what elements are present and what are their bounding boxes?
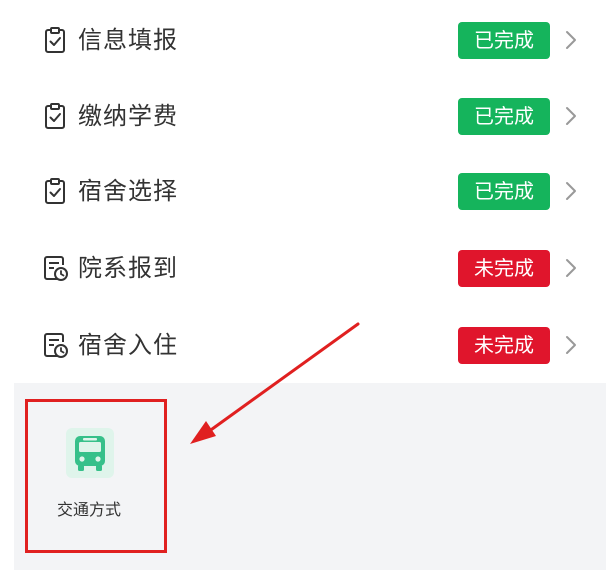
clipboard-check-icon <box>45 103 65 129</box>
task-row-dept-checkin[interactable]: 院系报到 未完成 <box>14 230 606 306</box>
task-label: 院系报到 <box>78 254 178 282</box>
document-clock-icon <box>44 333 68 358</box>
status-badge: 已完成 <box>458 173 550 210</box>
chevron-right-icon <box>566 336 576 354</box>
task-list: 信息填报 已完成 缴纳学费 已完成 宿舍选择 已完成 院系报到 未完成 宿舍入住… <box>14 0 606 383</box>
annotation-highlight-box <box>25 399 167 553</box>
chevron-right-icon <box>566 107 576 125</box>
task-row-pay-tuition[interactable]: 缴纳学费 已完成 <box>14 78 606 154</box>
task-row-info-fill[interactable]: 信息填报 已完成 <box>14 2 606 78</box>
clipboard-check-icon <box>45 178 65 204</box>
chevron-right-icon <box>566 259 576 277</box>
chevron-right-icon <box>566 182 576 200</box>
status-badge: 已完成 <box>458 98 550 135</box>
task-label: 缴纳学费 <box>78 102 178 130</box>
clipboard-check-icon <box>45 27 65 53</box>
status-badge: 未完成 <box>458 327 550 364</box>
document-clock-icon <box>44 256 68 281</box>
task-label: 信息填报 <box>78 26 178 54</box>
task-row-dorm-select[interactable]: 宿舍选择 已完成 <box>14 153 606 229</box>
task-row-dorm-movein[interactable]: 宿舍入住 未完成 <box>14 307 606 383</box>
chevron-right-icon <box>566 31 576 49</box>
status-badge: 已完成 <box>458 22 550 59</box>
status-badge: 未完成 <box>458 250 550 287</box>
task-label: 宿舍选择 <box>78 177 178 205</box>
task-label: 宿舍入住 <box>78 331 178 359</box>
